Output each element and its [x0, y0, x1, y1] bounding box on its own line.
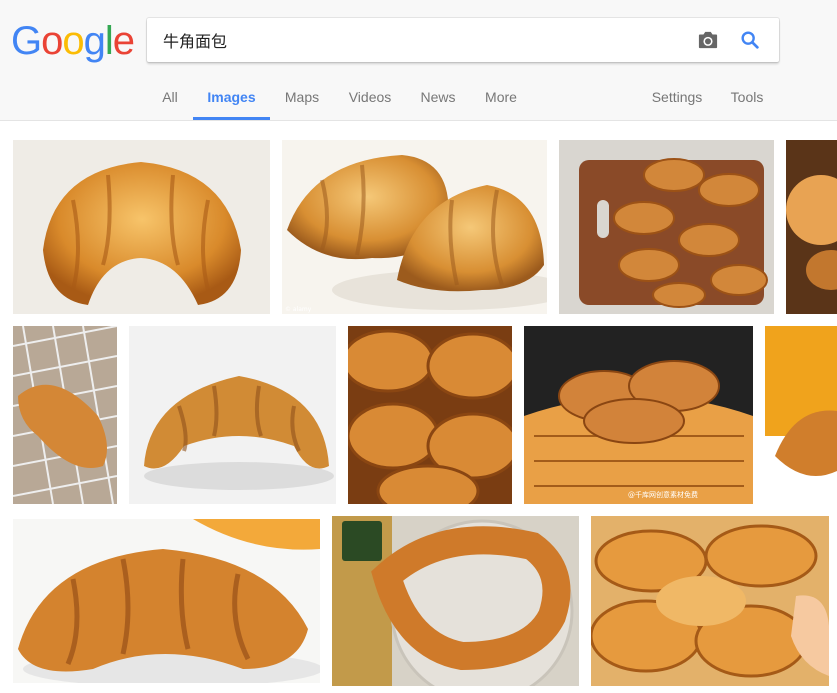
image-result-croissant[interactable] — [13, 140, 270, 314]
tab-more[interactable]: More — [479, 78, 523, 118]
logo-letter: g — [83, 19, 106, 63]
tab-news[interactable]: News — [415, 78, 461, 118]
logo-letter: o — [62, 19, 84, 63]
logo-letter: e — [112, 19, 135, 63]
image-result-croissant[interactable] — [348, 326, 512, 504]
image-result-croissant[interactable] — [13, 519, 320, 683]
image-result-croissant[interactable] — [786, 140, 837, 314]
tab-videos[interactable]: Videos — [343, 78, 397, 118]
search-input[interactable] — [163, 18, 683, 62]
tab-settings[interactable]: Settings — [647, 78, 707, 118]
search-icon[interactable] — [739, 29, 761, 51]
camera-icon[interactable] — [697, 30, 719, 50]
tab-all[interactable]: All — [155, 78, 185, 118]
tab-images[interactable]: Images — [193, 78, 270, 120]
image-result-croissant[interactable] — [332, 516, 579, 686]
image-result-croissant[interactable] — [13, 326, 117, 504]
logo-letter: G — [11, 19, 42, 63]
image-result-croissant[interactable] — [765, 326, 837, 504]
image-result-croissant[interactable] — [591, 516, 829, 686]
search-box — [147, 18, 779, 62]
image-result-croissant[interactable] — [559, 140, 774, 314]
tab-maps[interactable]: Maps — [280, 78, 324, 118]
search-tabs: All Images Maps Videos News More Setting… — [0, 78, 837, 120]
logo-letter: l — [104, 19, 114, 63]
logo-letter: o — [41, 19, 63, 63]
image-result-croissant[interactable]: @千库网创意素材免费 — [524, 326, 753, 504]
tab-tools[interactable]: Tools — [726, 78, 768, 118]
google-logo[interactable]: Google — [11, 18, 135, 64]
watermark-text: © alamy — [285, 306, 312, 313]
image-result-croissant[interactable]: © alamy — [282, 140, 547, 314]
watermark-text: @千库网创意素材免费 — [628, 491, 698, 499]
header-bar: Google All Images Maps Videos News More … — [0, 0, 837, 121]
image-result-croissant[interactable] — [129, 326, 336, 504]
